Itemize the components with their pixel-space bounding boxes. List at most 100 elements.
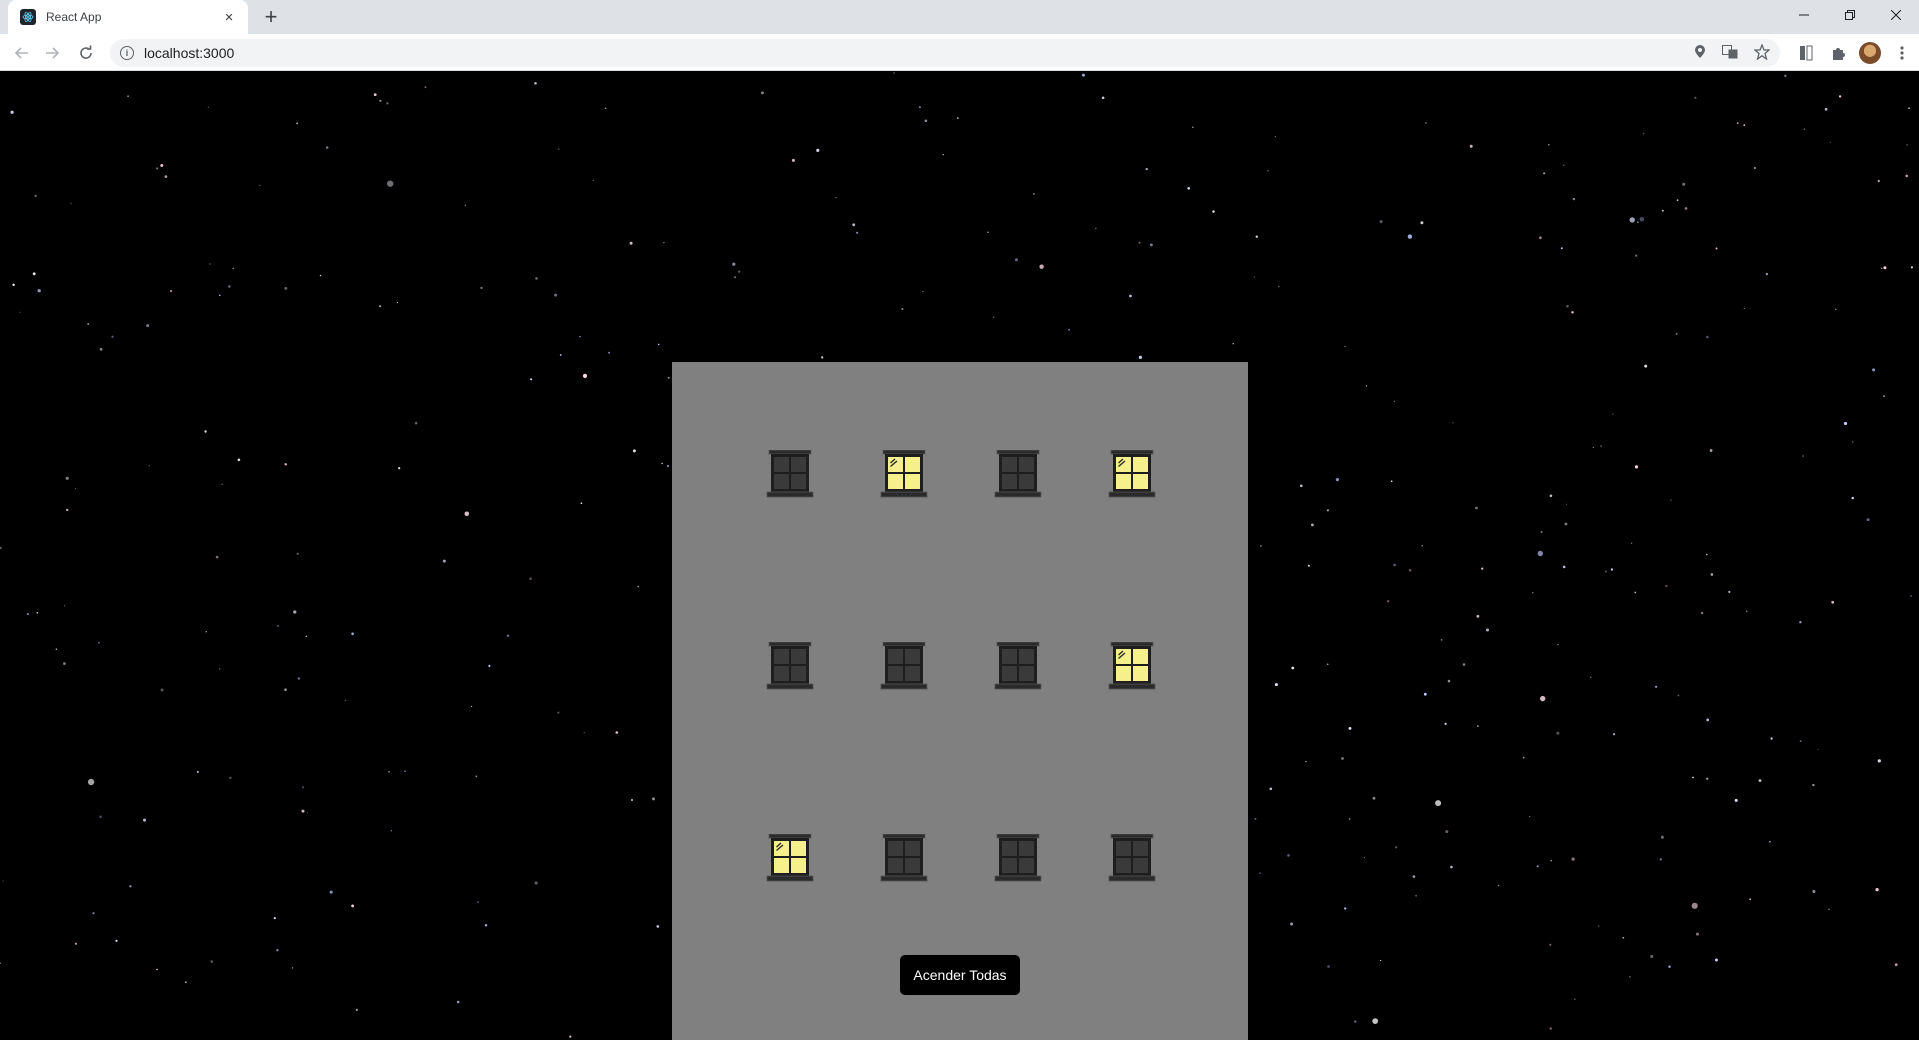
star — [1650, 955, 1654, 958]
window-dark[interactable] — [766, 641, 814, 692]
location-icon[interactable] — [1694, 44, 1706, 62]
star — [592, 179, 594, 181]
window-dark[interactable] — [994, 641, 1042, 692]
star — [956, 117, 959, 120]
new-tab-button[interactable]: + — [258, 4, 284, 30]
star — [1452, 422, 1454, 424]
star — [1556, 731, 1560, 735]
window-dark[interactable] — [994, 449, 1042, 500]
star — [424, 86, 427, 89]
star — [1728, 590, 1731, 594]
star — [1548, 144, 1550, 146]
window-dark[interactable] — [880, 833, 928, 884]
star — [1259, 872, 1262, 874]
star — [1291, 666, 1295, 670]
star — [1540, 530, 1543, 534]
star — [36, 612, 39, 614]
star — [1550, 859, 1553, 862]
reading-list-icon[interactable] — [1795, 42, 1817, 64]
forward-arrow-icon[interactable] — [38, 39, 66, 67]
star — [1566, 305, 1569, 308]
star — [856, 231, 859, 234]
window-dark[interactable] — [766, 449, 814, 500]
star — [160, 688, 164, 692]
star — [1604, 570, 1607, 573]
star — [209, 263, 211, 265]
window-dark[interactable] — [1108, 833, 1156, 884]
window-lit[interactable] — [1108, 449, 1156, 500]
address-bar[interactable]: i localhost:3000 — [110, 39, 1780, 67]
star — [148, 465, 150, 467]
star — [87, 323, 90, 325]
star — [10, 110, 14, 114]
star — [291, 967, 294, 969]
star — [852, 223, 856, 227]
star — [1803, 128, 1806, 130]
star — [579, 335, 581, 338]
turn-on-all-button[interactable]: Acender Todas — [900, 955, 1020, 995]
star — [1843, 421, 1848, 426]
star — [1908, 107, 1910, 109]
window-lit[interactable] — [766, 833, 814, 884]
star — [1363, 857, 1365, 859]
star — [1590, 676, 1592, 678]
star — [1642, 132, 1645, 135]
star — [821, 356, 824, 359]
star — [1486, 628, 1489, 632]
window-lit[interactable] — [1108, 641, 1156, 692]
star — [63, 662, 66, 665]
star — [667, 376, 670, 379]
translate-icon[interactable] — [1722, 44, 1738, 62]
back-arrow-icon[interactable] — [8, 39, 36, 67]
more-menu-icon[interactable] — [1891, 42, 1913, 64]
star — [615, 731, 619, 734]
star — [488, 664, 491, 668]
star — [1341, 757, 1344, 760]
star — [1817, 748, 1819, 751]
star — [1372, 796, 1376, 800]
star — [1395, 846, 1398, 849]
star — [583, 732, 585, 734]
star — [301, 786, 305, 789]
star — [1765, 272, 1769, 276]
star — [1344, 907, 1347, 910]
star — [169, 289, 173, 293]
star — [1450, 865, 1453, 869]
star — [1571, 311, 1574, 314]
extensions-puzzle-icon[interactable] — [1827, 42, 1849, 64]
reload-icon[interactable] — [72, 39, 100, 67]
star — [1014, 258, 1018, 262]
react-favicon-icon — [20, 9, 36, 25]
browser-tab[interactable]: React App × — [8, 0, 248, 34]
window-dark[interactable] — [880, 641, 928, 692]
star — [637, 585, 639, 588]
star — [1379, 220, 1383, 224]
profile-avatar[interactable] — [1859, 42, 1881, 64]
star — [1522, 756, 1525, 759]
window-lit[interactable] — [880, 449, 928, 500]
star — [1910, 594, 1913, 597]
star — [164, 175, 168, 178]
star — [987, 231, 989, 234]
star — [464, 204, 467, 207]
star — [1476, 614, 1480, 618]
star — [1612, 733, 1616, 736]
star — [196, 770, 199, 773]
site-info-icon[interactable]: i — [120, 46, 134, 60]
star — [1694, 96, 1697, 99]
star — [1676, 199, 1679, 202]
restore-icon[interactable] — [1827, 0, 1873, 30]
tab-close-icon[interactable]: × — [220, 9, 238, 26]
star — [1668, 965, 1671, 968]
star — [1254, 817, 1257, 820]
window-dark[interactable] — [994, 833, 1042, 884]
close-window-icon[interactable] — [1873, 0, 1919, 30]
star — [1435, 800, 1442, 807]
star — [1644, 364, 1648, 368]
bookmark-star-icon[interactable] — [1753, 42, 1771, 63]
star — [1905, 174, 1908, 178]
minimize-icon[interactable] — [1781, 0, 1827, 30]
star — [1269, 787, 1273, 791]
star — [1835, 308, 1837, 310]
star — [1749, 898, 1752, 901]
